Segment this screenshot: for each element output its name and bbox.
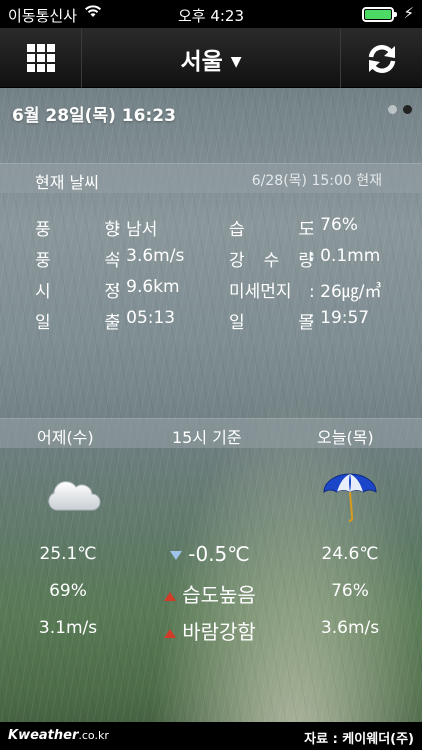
page-dot[interactable] (388, 105, 397, 114)
humidity-value: : 76% (309, 215, 358, 235)
today-label: 오늘(목) (317, 428, 374, 447)
clock: 오후 4:23 (177, 7, 245, 25)
current-datetime: 6월 28일(목) 16:23 (12, 106, 176, 126)
nav-bar: 서울 ▼ (0, 28, 422, 88)
section-title: 현재 날씨 (35, 173, 99, 192)
visibility-value: : 9.6km (115, 277, 180, 297)
today-wind: 3.6m/s (320, 618, 380, 638)
increase-arrow-icon (164, 629, 177, 638)
sunrise-label: 일출 (35, 313, 120, 333)
page-dot-active[interactable] (403, 105, 412, 114)
basis-label: 15시 기준 (172, 428, 242, 447)
footer: Kweather.co.kr 자료 : 케이웨더(주) (0, 722, 422, 750)
precipitation-value: : 0.1mm (309, 246, 381, 266)
grid-icon (27, 44, 55, 72)
humidity-note: 습도높음 (148, 579, 272, 608)
page-indicator[interactable] (382, 99, 412, 118)
sunrise-value: : 05:13 (115, 308, 176, 328)
humidity-label: 습도 (229, 220, 314, 240)
kweather-logo[interactable]: Kweather.co.kr (8, 728, 109, 743)
comparison-header: 어제(수) 15시 기준 오늘(목) (0, 418, 422, 448)
observation-time: 6/28(목) 15:00 현재 (251, 173, 382, 189)
today-temperature: 24.6℃ (321, 544, 379, 564)
lightning-icon: ⚡ (403, 4, 414, 22)
current-weather-header: 현재 날씨 6/28(목) 15:00 현재 (0, 163, 422, 193)
sunset-label: 일몰 (229, 313, 314, 333)
decrease-arrow-icon (170, 551, 183, 560)
data-source: 자료 : 케이웨더(주) (304, 732, 414, 747)
battery-icon (362, 7, 397, 22)
sunset-value: : 19:57 (309, 308, 370, 328)
menu-button[interactable] (0, 28, 82, 88)
yesterday-temperature: 25.1℃ (39, 544, 97, 564)
yesterday-humidity: 69% (49, 581, 87, 601)
caret-down-icon: ▼ (230, 54, 242, 70)
wind-direction-label: 풍향 (35, 220, 120, 240)
status-bar: 이동통신사 오후 4:23 ⚡ (0, 0, 422, 28)
precipitation-label: 강수량 (229, 251, 314, 271)
temperature-difference: -0.5℃ (150, 542, 270, 566)
fine-dust-value: : 26㎍/㎥ (309, 282, 382, 302)
wind-speed-value: : 3.6m/s (115, 246, 185, 266)
wind-direction-value: : 남서 (115, 220, 158, 240)
refresh-button[interactable] (340, 28, 422, 88)
cloud-icon (48, 481, 101, 511)
refresh-icon (368, 44, 396, 74)
yesterday-wind: 3.1m/s (38, 618, 98, 638)
wind-speed-label: 풍속 (35, 251, 120, 271)
today-humidity: 76% (331, 581, 369, 601)
wind-note: 바람강함 (148, 616, 272, 645)
umbrella-icon (323, 473, 377, 522)
fine-dust-label: 미세먼지 (229, 282, 292, 302)
increase-arrow-icon (164, 592, 177, 601)
visibility-label: 시정 (35, 282, 120, 302)
yesterday-label: 어제(수) (37, 428, 94, 447)
city-name: 서울 (180, 49, 223, 75)
city-selector[interactable]: 서울 ▼ (150, 42, 272, 76)
